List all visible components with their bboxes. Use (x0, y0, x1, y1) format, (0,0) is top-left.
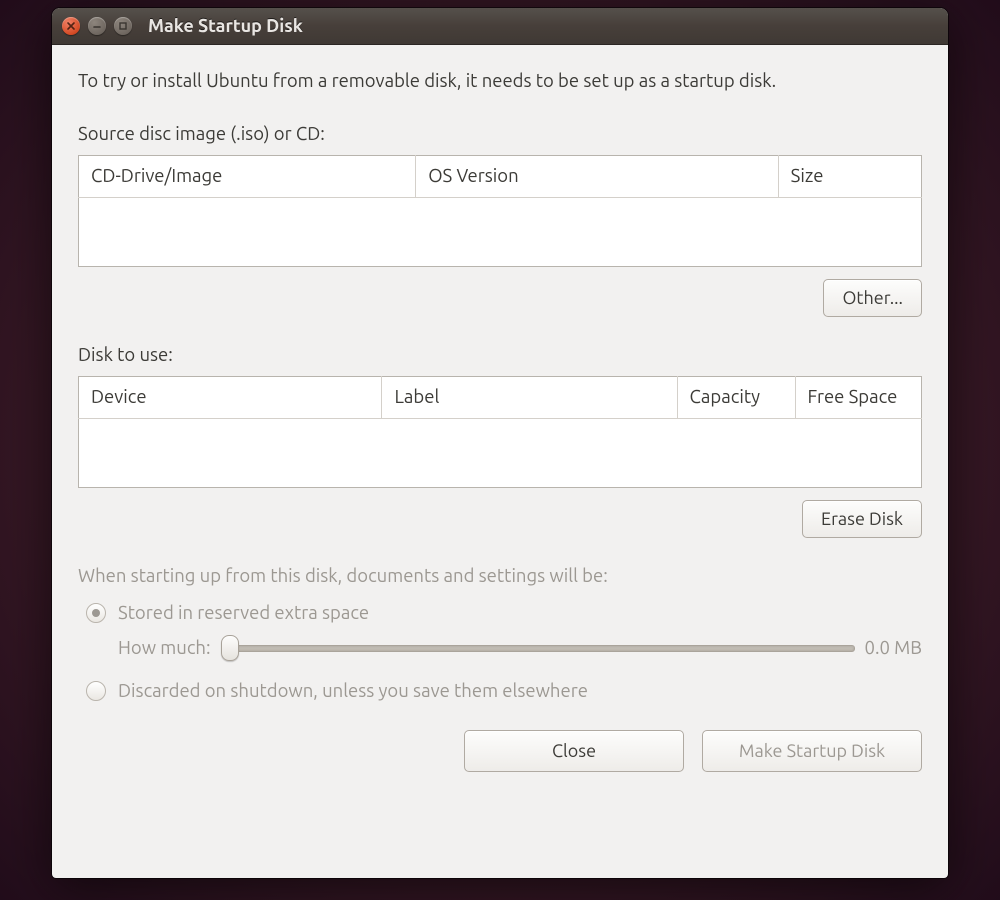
radio-discarded-row: Discarded on shutdown, unless you save t… (86, 679, 922, 704)
how-much-row: How much: 0.0 MB (118, 636, 922, 661)
source-col-image[interactable]: CD-Drive/Image (79, 155, 416, 197)
intro-text: To try or install Ubuntu from a removabl… (78, 69, 922, 94)
disk-col-device[interactable]: Device (79, 376, 382, 418)
slider-thumb (221, 635, 239, 661)
radio-stored-row: Stored in reserved extra space (86, 601, 922, 626)
titlebar[interactable]: Make Startup Disk (52, 8, 948, 45)
disk-col-label[interactable]: Label (382, 376, 677, 418)
source-col-os[interactable]: OS Version (416, 155, 778, 197)
window-close-button[interactable] (62, 17, 80, 35)
disk-col-free[interactable]: Free Space (795, 376, 921, 418)
radio-discarded-label: Discarded on shutdown, unless you save t… (118, 679, 588, 704)
slider-value: 0.0 MB (865, 636, 922, 661)
persistence-title: When starting up from this disk, documen… (78, 564, 922, 589)
make-startup-disk-window: Make Startup Disk To try or install Ubun… (52, 8, 948, 878)
radio-discarded (86, 681, 106, 701)
source-col-size[interactable]: Size (778, 155, 921, 197)
window-minimize-button[interactable] (88, 17, 106, 35)
source-table[interactable]: CD-Drive/Image OS Version Size (78, 155, 922, 267)
radio-stored (86, 603, 106, 623)
window-maximize-button[interactable] (114, 17, 132, 35)
erase-disk-button[interactable]: Erase Disk (802, 500, 922, 538)
window-content: To try or install Ubuntu from a removabl… (52, 45, 948, 792)
radio-stored-label: Stored in reserved extra space (118, 601, 369, 626)
persistence-section: When starting up from this disk, documen… (78, 564, 922, 704)
footer-buttons: Close Make Startup Disk (78, 730, 922, 772)
disk-col-capacity[interactable]: Capacity (677, 376, 795, 418)
source-label: Source disc image (.iso) or CD: (78, 122, 922, 147)
disk-table[interactable]: Device Label Capacity Free Space (78, 376, 922, 488)
how-much-label: How much: (118, 636, 211, 661)
how-much-slider (221, 638, 855, 658)
window-title: Make Startup Disk (148, 16, 303, 36)
disk-label: Disk to use: (78, 343, 922, 368)
make-startup-disk-button: Make Startup Disk (702, 730, 922, 772)
disk-table-empty (79, 418, 922, 487)
close-button[interactable]: Close (464, 730, 684, 772)
slider-track (221, 645, 855, 652)
source-table-empty (79, 197, 922, 266)
other-button[interactable]: Other... (823, 279, 922, 317)
